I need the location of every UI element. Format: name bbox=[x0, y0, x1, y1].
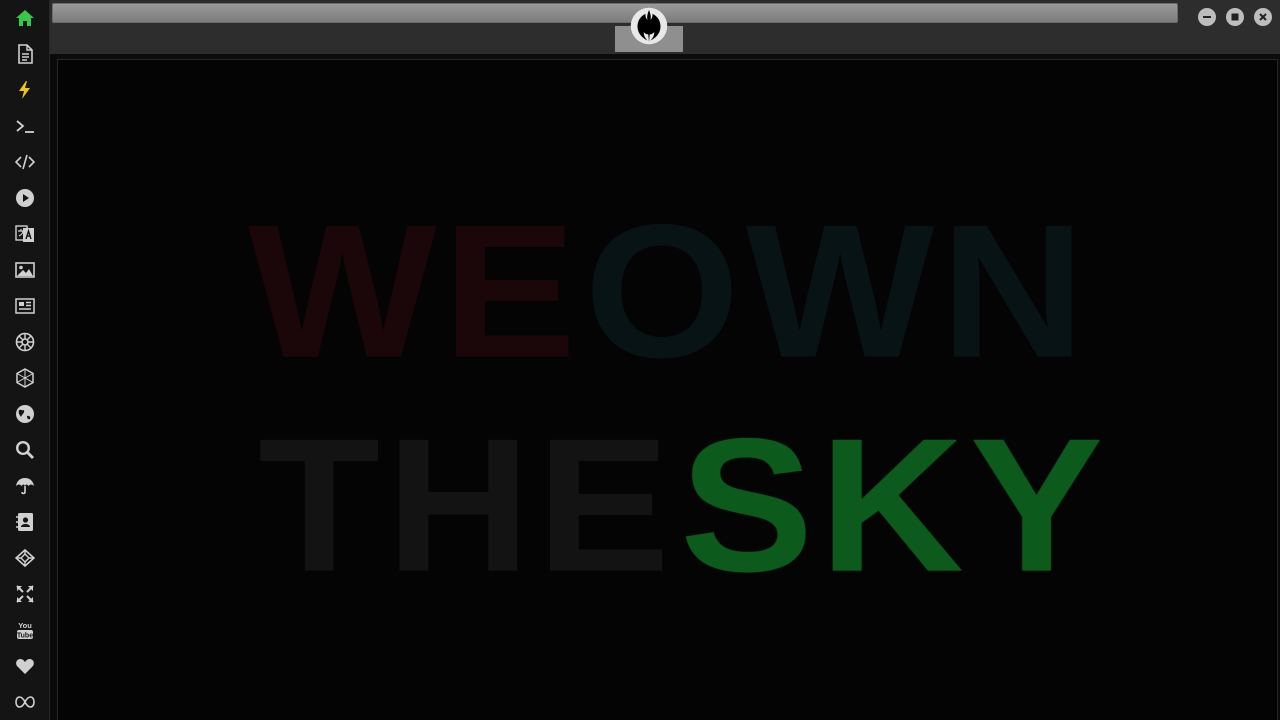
sidebar-item-search[interactable]: Search bbox=[5, 432, 45, 468]
sidebar-item-contacts[interactable]: Contacts bbox=[5, 504, 45, 540]
minimize-button[interactable] bbox=[1198, 8, 1216, 26]
globe-icon bbox=[16, 405, 34, 423]
headline-word-sky: SKY bbox=[680, 399, 1110, 612]
sidebar-item-terminal[interactable]: Terminal bbox=[5, 108, 45, 144]
close-icon bbox=[1259, 13, 1267, 21]
sidebar-item-heart[interactable]: Heart bbox=[5, 648, 45, 684]
rebel-alliance-icon bbox=[630, 7, 668, 45]
sidebar-item-translate[interactable]: Translate bbox=[5, 216, 45, 252]
sidebar-item-empire[interactable]: Empire bbox=[5, 324, 45, 360]
minimize-icon bbox=[1203, 16, 1211, 18]
sidebar-item-bolt[interactable]: Bolt bbox=[5, 72, 45, 108]
sidebar-item-code[interactable]: Code bbox=[5, 144, 45, 180]
headline-line-1: WEOWN bbox=[248, 197, 1091, 387]
sidebar-item-youtube[interactable]: You TubeYou Tube bbox=[5, 612, 45, 648]
umbrella-icon bbox=[16, 478, 34, 495]
headline: WEOWN THESKY bbox=[58, 60, 1277, 720]
maximize-button[interactable] bbox=[1226, 8, 1244, 26]
sidebar-item-umbrella[interactable]: Umbrella bbox=[5, 468, 45, 504]
sidebar-item-hexagon[interactable]: Hexagon bbox=[5, 360, 45, 396]
document-icon bbox=[18, 44, 33, 64]
svg-text:You: You bbox=[18, 621, 32, 630]
headline-word-we: WE bbox=[248, 185, 583, 398]
home-icon bbox=[16, 10, 34, 26]
svg-text:Tube: Tube bbox=[17, 633, 33, 640]
translate-icon bbox=[15, 225, 34, 242]
play-icon bbox=[16, 189, 34, 207]
sidebar-item-home[interactable]: Home bbox=[5, 0, 45, 36]
sidebar-item-news[interactable]: News bbox=[5, 288, 45, 324]
maximize-icon bbox=[1231, 13, 1239, 21]
sidebar: HomeDocumentBoltTerminalCodePlayTranslat… bbox=[0, 0, 50, 720]
expand-icon bbox=[16, 585, 34, 603]
empire-icon bbox=[15, 332, 35, 352]
hexagon-icon bbox=[16, 368, 34, 388]
headline-word-own: OWN bbox=[584, 185, 1091, 398]
headline-word-the: THE bbox=[258, 399, 676, 612]
image-icon bbox=[15, 262, 35, 278]
newspaper-icon bbox=[15, 298, 35, 314]
sidebar-item-infinity[interactable]: Infinity bbox=[5, 684, 45, 720]
address-bar[interactable] bbox=[52, 3, 1178, 23]
top-bar bbox=[50, 0, 1280, 54]
sidebar-item-expand[interactable]: Expand bbox=[5, 576, 45, 612]
code-icon bbox=[15, 154, 35, 170]
search-icon bbox=[15, 440, 34, 459]
infinity-icon bbox=[15, 696, 35, 708]
content-viewport: WEOWN THESKY bbox=[57, 59, 1278, 720]
bolt-icon bbox=[19, 81, 30, 99]
codepen-icon bbox=[15, 548, 35, 568]
sidebar-item-codepen[interactable]: Codepen bbox=[5, 540, 45, 576]
sidebar-item-play[interactable]: Play bbox=[5, 180, 45, 216]
sidebar-item-document[interactable]: Document bbox=[5, 36, 45, 72]
terminal-icon bbox=[16, 120, 34, 133]
address-book-icon bbox=[16, 513, 33, 531]
heart-icon bbox=[16, 659, 34, 674]
sidebar-item-globe[interactable]: Globe bbox=[5, 396, 45, 432]
youtube-icon: You Tube bbox=[17, 621, 33, 640]
sidebar-item-image[interactable]: Image bbox=[5, 252, 45, 288]
headline-line-2: THESKY bbox=[258, 411, 1109, 601]
close-button[interactable] bbox=[1254, 8, 1272, 26]
